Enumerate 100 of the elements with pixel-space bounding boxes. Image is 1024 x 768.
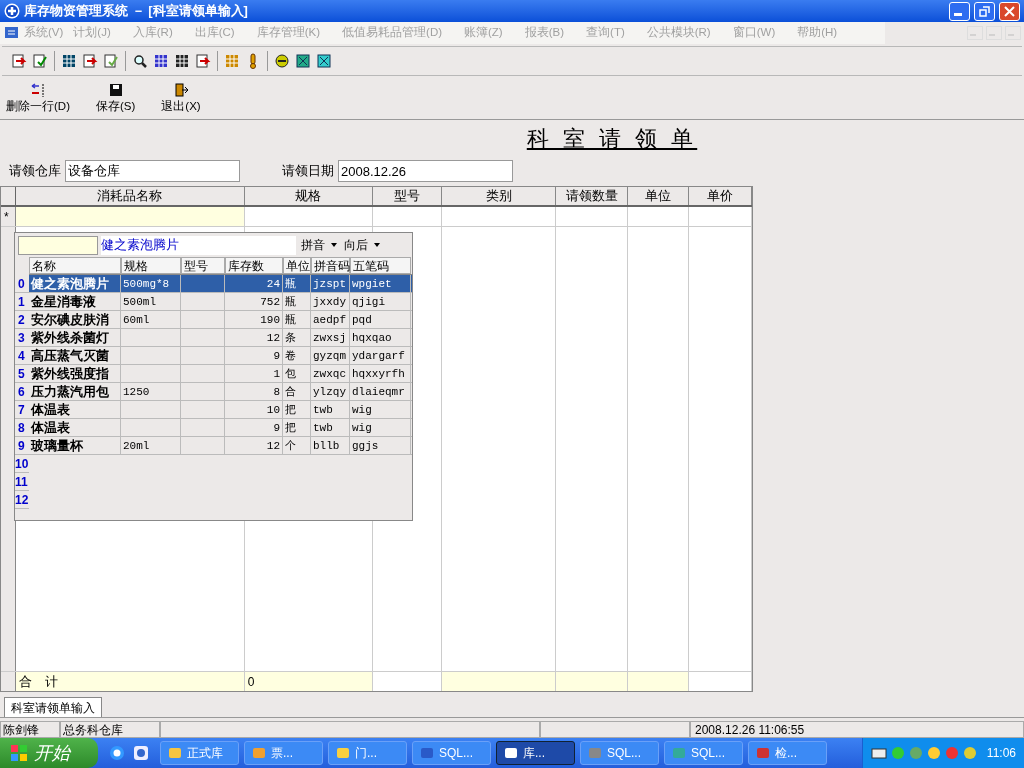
column-header[interactable]: 型号 — [181, 257, 225, 274]
table-cell: aedpf — [311, 311, 350, 328]
table-cell: 500mg*8 — [121, 275, 181, 292]
table-cell: 玻璃量杯 — [29, 437, 121, 454]
caret-icon — [331, 243, 337, 247]
table-cell: 1 — [225, 365, 283, 382]
document-icon[interactable] — [103, 53, 119, 69]
table-cell: 瓶 — [283, 293, 311, 310]
taskbar-button[interactable]: 库... — [496, 741, 575, 765]
browser-icon[interactable] — [108, 744, 126, 762]
tray-icon[interactable] — [926, 746, 941, 760]
lookup-row[interactable]: 5 紫外线强度指 1 包 zwxqc hqxxyrfh — [15, 365, 412, 383]
export-icon[interactable] — [82, 53, 98, 69]
app-icon — [587, 745, 603, 761]
dropdown[interactable]: 向后 — [342, 236, 382, 254]
column-header[interactable]: 单位 — [283, 257, 311, 274]
app-icon — [671, 745, 687, 761]
minimize-button[interactable] — [949, 1, 970, 21]
exit-icon — [173, 82, 189, 98]
lookup-row[interactable]: 1 金星消毒液 500ml 752 瓶 jxxdy qjigi — [15, 293, 412, 311]
column-header[interactable]: 名称 — [29, 257, 121, 274]
search-field[interactable] — [18, 235, 98, 255]
lookup-row[interactable]: 4 高压蒸气灭菌 9 卷 gyzqm ydargarf — [15, 347, 412, 365]
row-number: 12 — [15, 491, 29, 509]
table-cell: gyzqm — [311, 347, 350, 364]
table-cell: pqd — [350, 311, 411, 328]
grid-document-icon[interactable] — [61, 53, 77, 69]
app-icon — [251, 745, 267, 761]
table-cell: 把 — [283, 401, 311, 418]
table-cell: 包 — [283, 365, 311, 382]
table-cell: ggjs — [350, 437, 411, 454]
text-field[interactable]: 设备仓库 — [65, 160, 240, 182]
caret-icon — [374, 243, 380, 247]
row-number: 0 — [15, 275, 29, 292]
selected-name: 健之素泡腾片 — [101, 235, 296, 255]
windows-logo-icon — [10, 744, 28, 762]
column-header[interactable]: 请领数量 — [556, 187, 629, 205]
keyboard-icon[interactable] — [870, 746, 887, 760]
column-header[interactable]: 拼音码 — [311, 257, 350, 274]
action-button[interactable]: 保存(S) — [95, 82, 136, 116]
restore-button[interactable] — [974, 1, 995, 21]
table-cell: 压力蒸汽用包 — [29, 383, 121, 400]
table-cell: zwxsj — [311, 329, 350, 346]
lookup-row[interactable]: 7 体温表 10 把 twb wig — [15, 401, 412, 419]
table-cell: 卷 — [283, 347, 311, 364]
close-box-icon[interactable] — [316, 53, 332, 69]
table-cell: 752 — [225, 293, 283, 310]
table-cell: 条 — [283, 329, 311, 346]
table-cell: 8 — [225, 383, 283, 400]
grid-icon[interactable] — [174, 53, 190, 69]
row-number: 11 — [15, 473, 29, 491]
table-cell: 瓶 — [283, 311, 311, 328]
table-cell: 把 — [283, 419, 311, 436]
column-header[interactable]: 类别 — [442, 187, 557, 205]
text-field[interactable]: 2008.12.26 — [338, 160, 513, 182]
table-cell: 190 — [225, 311, 283, 328]
document-tab[interactable]: 科室请领单输入 — [4, 697, 102, 717]
table-cell: 9 — [225, 419, 283, 436]
dropdown[interactable]: 拼音 — [299, 236, 339, 254]
table-cell: qjigi — [350, 293, 411, 310]
column-header[interactable]: 规格 — [244, 187, 373, 205]
table-cell: 500ml — [121, 293, 181, 310]
table-cell: twb — [311, 401, 350, 418]
check-document-icon[interactable] — [32, 53, 48, 69]
lookup-row[interactable]: 6 压力蒸汽用包 1250 8 合 ylzqy dlaieqmr — [15, 383, 412, 401]
lookup-row[interactable]: 3 紫外线杀菌灯 12 条 zwxsj hqxqao — [15, 329, 412, 347]
action-button[interactable]: 退出(X) — [161, 82, 201, 116]
search-icon[interactable] — [132, 53, 148, 69]
table-cell: 瓶 — [283, 275, 311, 292]
app-icon — [335, 745, 351, 761]
table-cell: 金星消毒液 — [29, 293, 121, 310]
column-header[interactable]: 库存数 — [225, 257, 283, 274]
lookup-row[interactable]: 2 安尔碘皮肤消 60ml 190 瓶 aedpf pqd — [15, 311, 412, 329]
app-icon — [4, 26, 20, 40]
column-header[interactable]: 单位 — [628, 187, 690, 205]
column-header[interactable]: 单价 — [689, 187, 752, 205]
row-number: 10 — [15, 455, 29, 473]
minimize-icon — [954, 13, 965, 16]
lookup-row[interactable]: 8 体温表 9 把 twb wig — [15, 419, 412, 437]
lookup-row[interactable]: 0 健之素泡腾片 500mg*8 24 瓶 jzspt wpgiet — [15, 275, 412, 293]
action-button[interactable]: 删除一行(D) — [6, 82, 70, 116]
table-cell: 体温表 — [29, 401, 121, 418]
column-header[interactable]: 型号 — [372, 187, 443, 205]
restore-icon — [979, 5, 990, 17]
table-cell: 安尔碘皮肤消 — [29, 311, 121, 328]
table-cell[interactable] — [16, 207, 245, 226]
close-button[interactable] — [999, 1, 1020, 21]
app-icon — [167, 745, 183, 761]
column-header[interactable]: 五笔码 — [350, 257, 411, 274]
total-label: 合 计 — [16, 672, 245, 691]
save-icon — [107, 82, 124, 98]
column-header[interactable]: 消耗品名称 — [16, 187, 245, 205]
app-icon — [503, 745, 519, 761]
table-cell: 合 — [283, 383, 311, 400]
minus-circle-icon[interactable] — [274, 53, 290, 69]
lookup-row[interactable]: 9 玻璃量杯 20ml 12 个 bllb ggjs — [15, 437, 412, 455]
column-header[interactable]: 规格 — [121, 257, 181, 274]
import-icon[interactable] — [11, 53, 27, 69]
table-cell: bllb — [311, 437, 350, 454]
app-icon — [755, 745, 771, 761]
